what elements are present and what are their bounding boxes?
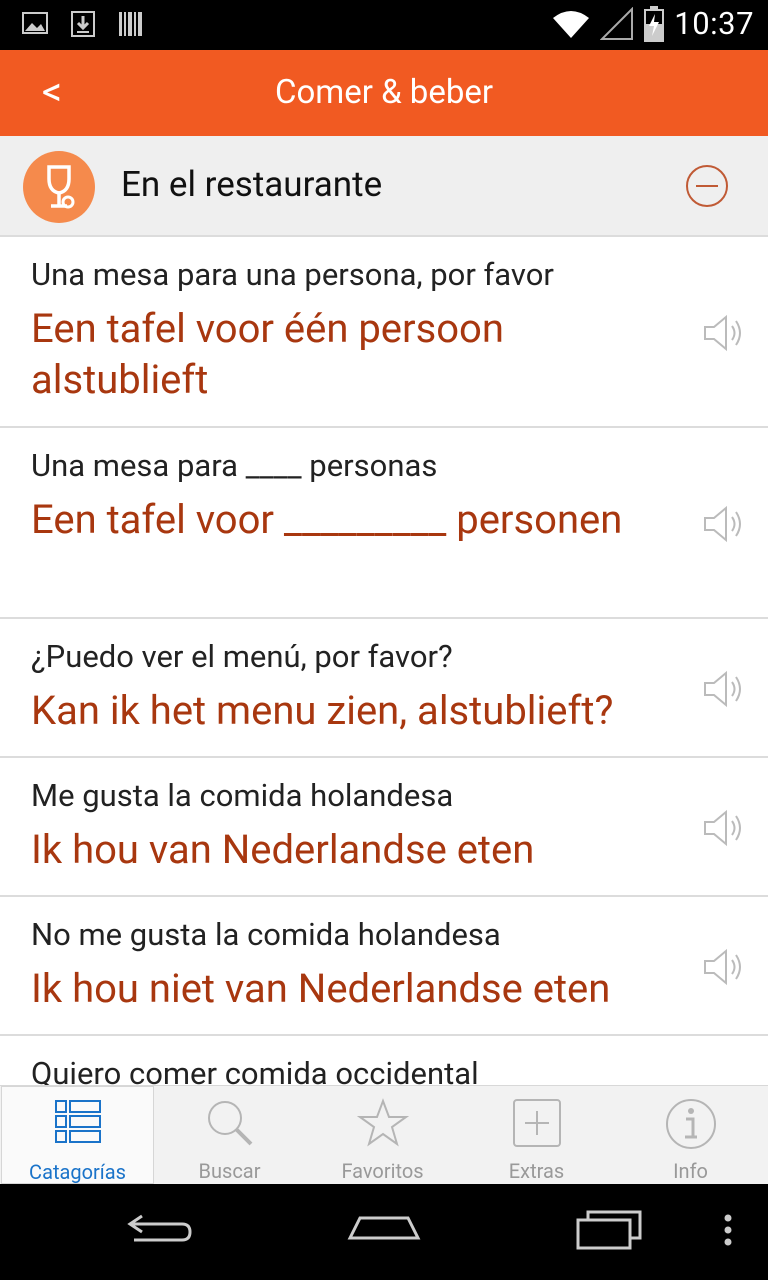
action-bar: Comer & beber < [0, 50, 768, 136]
phrase-spanish: Quiero comer comida occidental [31, 1055, 479, 1085]
tab-favorites[interactable]: Favoritos [306, 1086, 459, 1184]
phrase-row[interactable]: Una mesa para una persona, por favor Een… [0, 237, 768, 428]
star-icon [356, 1098, 409, 1147]
clock: 10:37 [674, 5, 754, 42]
wifi-icon [553, 10, 590, 38]
status-bar: 10:37 [0, 0, 768, 50]
tab-search[interactable]: Buscar [153, 1086, 306, 1184]
bottom-tab-bar: Catagorías Buscar Favoritos Extras Info [0, 1085, 768, 1184]
tab-label: Favoritos [341, 1159, 424, 1183]
battery-icon [644, 5, 665, 42]
phrase-spanish: Una mesa para ____ personas [31, 447, 438, 484]
phrase-row[interactable]: Me gusta la comida holandesa Ik hou van … [0, 758, 768, 897]
phrase-row[interactable]: Quiero comer comida occidental [0, 1036, 768, 1085]
phrase-spanish: Una mesa para una persona, por favor [31, 256, 554, 293]
home-nav-icon[interactable] [344, 1206, 424, 1254]
gallery-notification-icon [22, 12, 48, 34]
signal-icon [600, 6, 634, 40]
phrase-dutch: Ik hou van Nederlandse eten [31, 826, 535, 873]
phrase-spanish: Me gusta la comida holandesa [31, 777, 454, 814]
tab-label: Info [673, 1159, 708, 1183]
page-title: Comer & beber [274, 73, 494, 112]
tab-label: Extras [508, 1159, 565, 1183]
collapse-minus-icon[interactable] [685, 164, 729, 208]
recents-nav-icon[interactable] [574, 1206, 646, 1254]
speaker-icon[interactable] [702, 947, 746, 987]
phrase-dutch: Een tafel voor één persoon alstublieft [31, 305, 504, 403]
phrase-row[interactable]: ¿Puedo ver el menú, por favor? Kan ik he… [0, 619, 768, 758]
tab-categories[interactable]: Catagorías [1, 1086, 154, 1184]
download-notification-icon [71, 11, 95, 37]
phrase-dutch: Een tafel voor _________ personen [31, 496, 623, 543]
phrase-spanish: No me gusta la comida holandesa [31, 916, 501, 953]
tab-label: Buscar [198, 1159, 261, 1183]
tab-label: Catagorías [29, 1160, 126, 1184]
phrase-dutch: Kan ik het menu zien, alstublieft? [31, 687, 614, 734]
speaker-icon[interactable] [702, 808, 746, 848]
plus-square-icon [512, 1099, 561, 1147]
search-icon [207, 1101, 252, 1146]
category-header[interactable]: En el restaurante [0, 136, 768, 237]
overflow-menu-icon[interactable] [718, 1206, 738, 1254]
phrase-list[interactable]: Una mesa para una persona, por favor Een… [0, 237, 768, 1085]
phrase-row[interactable]: No me gusta la comida holandesa Ik hou n… [0, 897, 768, 1036]
phrase-row[interactable]: Una mesa para ____ personas Een tafel vo… [0, 428, 768, 619]
phrase-spanish: ¿Puedo ver el menú, por favor? [31, 638, 453, 675]
categories-icon [54, 1100, 101, 1143]
back-button[interactable]: < [26, 66, 78, 118]
barcode-notification-icon [119, 12, 142, 36]
wine-glass-icon [23, 151, 95, 223]
info-icon [665, 1099, 716, 1149]
category-title: En el restaurante [121, 164, 383, 205]
speaker-icon[interactable] [702, 313, 746, 353]
speaker-icon[interactable] [702, 669, 746, 709]
back-nav-icon[interactable] [124, 1206, 196, 1254]
tab-extras[interactable]: Extras [460, 1086, 613, 1184]
phrase-dutch: Ik hou niet van Nederlandse eten [31, 965, 611, 1012]
speaker-icon[interactable] [702, 504, 746, 544]
system-nav-bar [0, 1184, 768, 1280]
tab-info[interactable]: Info [614, 1086, 767, 1184]
